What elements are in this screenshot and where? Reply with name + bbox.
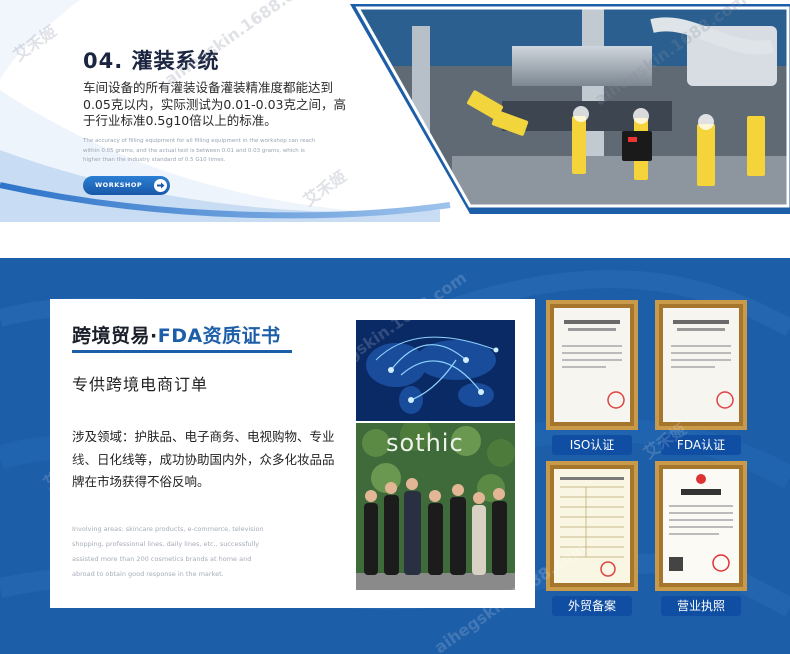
trade-card: 跨境贸易·FDA资质证书 专供跨境电商订单 涉及领域：护肤品、电子商务、电视购物… bbox=[50, 299, 535, 608]
title-underline bbox=[72, 350, 292, 353]
cert-label-trade-filing: 外贸备案 bbox=[552, 596, 632, 616]
cert-label-iso: ISO认证 bbox=[552, 435, 632, 455]
trade-description: 涉及领域：护肤品、电子商务、电视购物、专业线、日化线等，成功协助国内外，众多化妆… bbox=[72, 429, 335, 489]
workshop-description-en: The accuracy of filling equipment for al… bbox=[83, 138, 316, 163]
workshop-button-label: WORKSHOP bbox=[95, 181, 143, 189]
trade-title-highlight: FDA资质证书 bbox=[157, 325, 281, 347]
workshop-section: 04. 灌装系统 车间设备的所有灌装设备灌装精准度都能达到0.05克以内，实际测… bbox=[0, 0, 790, 222]
trade-title: 跨境贸易·FDA资质证书 bbox=[72, 321, 281, 348]
certificate-frame bbox=[655, 461, 747, 591]
trade-description-en: Involving areas: skincare products, e-co… bbox=[72, 525, 264, 578]
world-map-photo bbox=[356, 320, 515, 421]
team-wall-sign: sothic bbox=[386, 429, 464, 457]
arrow-right-icon bbox=[154, 179, 167, 192]
workshop-button[interactable]: WORKSHOP bbox=[83, 176, 170, 195]
filling-machine-photo bbox=[355, 6, 790, 208]
trade-section: 跨境贸易·FDA资质证书 专供跨境电商订单 涉及领域：护肤品、电子商务、电视购物… bbox=[0, 258, 790, 654]
trade-subtitle: 专供跨境电商订单 bbox=[72, 375, 209, 394]
certificate-frame bbox=[655, 300, 747, 430]
team-photo: sothic bbox=[356, 423, 515, 590]
workshop-description: 车间设备的所有灌装设备灌装精准度都能达到0.05克以内，实际测试为0.01-0.… bbox=[83, 80, 347, 128]
certificate-frame bbox=[546, 300, 638, 430]
cert-label-business-license: 营业执照 bbox=[661, 596, 741, 616]
certificate-frame bbox=[546, 461, 638, 591]
trade-title-main: 跨境贸易· bbox=[72, 325, 158, 347]
workshop-title: 04. 灌装系统 bbox=[83, 49, 220, 73]
cert-label-fda: FDA认证 bbox=[661, 435, 741, 455]
